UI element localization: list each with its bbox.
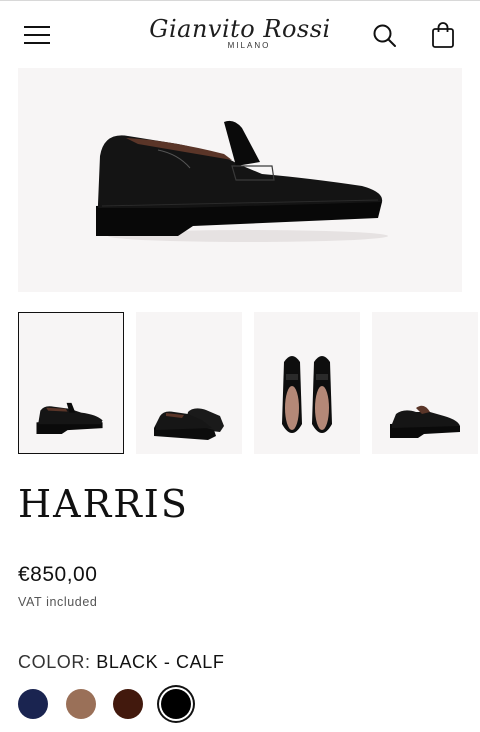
logo-wordmark: Gianvito Rossi: [149, 15, 331, 43]
vat-note: VAT included: [18, 595, 98, 609]
product-price: €850,00: [18, 563, 98, 586]
thumbnail-top-view[interactable]: [254, 312, 360, 454]
color-swatch-navy[interactable]: [18, 689, 48, 719]
search-icon[interactable]: [372, 23, 398, 49]
brand-logo[interactable]: Gianvito Rossi MILANO: [140, 15, 340, 50]
thumbnail-strip: [18, 312, 480, 454]
thumbnail-side-view[interactable]: [18, 312, 124, 454]
product-title: HARRIS: [18, 482, 189, 526]
color-swatch-tan[interactable]: [66, 689, 96, 719]
thumbnail-pair-view[interactable]: [136, 312, 242, 454]
color-label: COLOR:: [18, 652, 91, 672]
color-selection-label: COLOR: BLACK - CALF: [18, 652, 224, 673]
color-value: BLACK - CALF: [96, 652, 225, 672]
shopping-bag-icon[interactable]: [430, 21, 456, 49]
color-swatch-black[interactable]: [161, 689, 191, 719]
hamburger-menu-icon[interactable]: [24, 25, 50, 45]
site-header: Gianvito Rossi MILANO: [0, 0, 480, 67]
thumbnail-back-view[interactable]: [372, 312, 478, 454]
product-main-image[interactable]: [18, 68, 462, 292]
color-swatch-brown[interactable]: [113, 689, 143, 719]
